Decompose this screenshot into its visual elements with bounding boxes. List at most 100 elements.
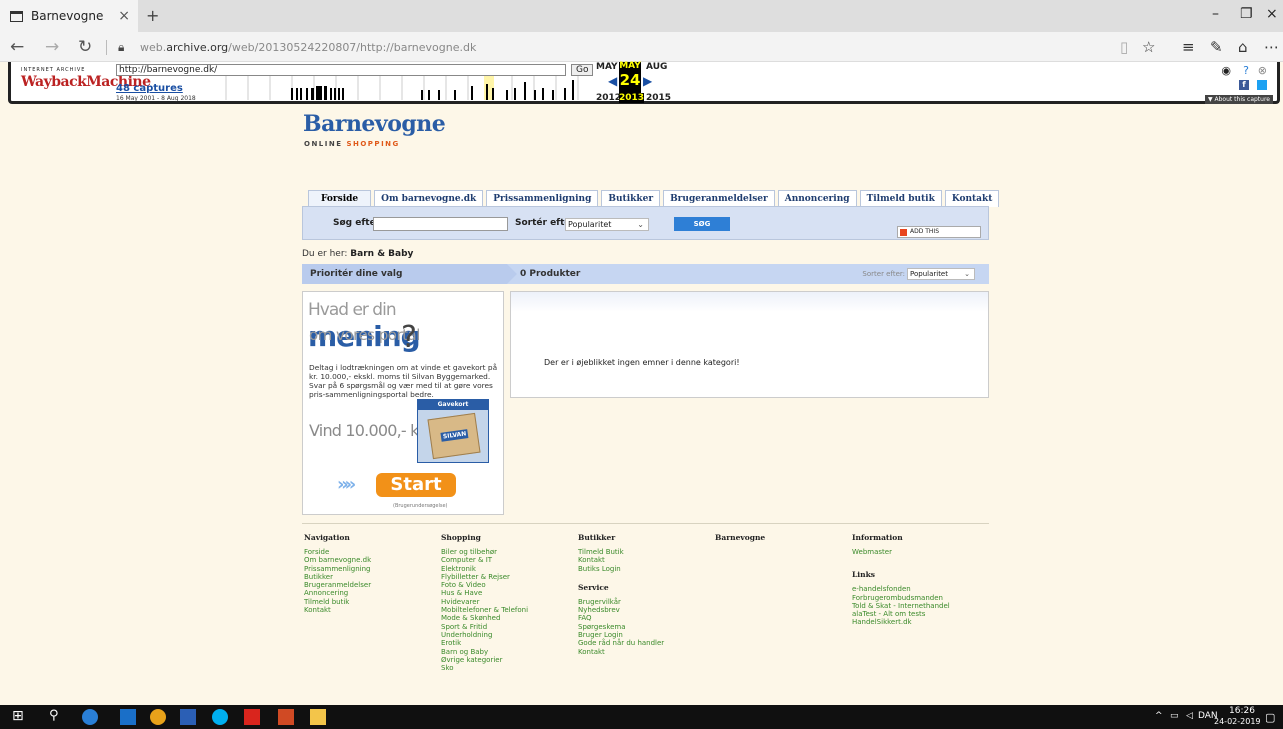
- favorite-star-icon[interactable]: ☆: [1142, 38, 1155, 56]
- tab-prissammenligning[interactable]: Prissammenligning: [486, 190, 599, 207]
- more-icon[interactable]: ⋯: [1264, 38, 1279, 56]
- new-tab-icon[interactable]: +: [146, 6, 159, 25]
- addthis-button[interactable]: ADD THIS: [897, 226, 981, 238]
- listing-sort-select[interactable]: Popularitet ⌄: [907, 268, 975, 280]
- volume-icon[interactable]: ◁: [1186, 711, 1193, 721]
- footer-link[interactable]: Hvidevarer: [441, 598, 528, 606]
- footer-link[interactable]: alaTest - Alt om tests: [852, 610, 950, 618]
- chrome-icon[interactable]: [150, 709, 166, 725]
- footer-link[interactable]: Kontakt: [578, 556, 664, 564]
- footer-link[interactable]: Barn og Baby: [441, 648, 528, 656]
- footer-link[interactable]: FAQ: [578, 614, 664, 622]
- hub-icon[interactable]: ≡: [1182, 38, 1195, 56]
- footer-link[interactable]: Prissammenligning: [304, 565, 371, 573]
- start-button[interactable]: Start: [376, 473, 456, 497]
- minimize-icon[interactable]: –: [1212, 6, 1219, 22]
- survey-banner[interactable]: Hvad er din mening om vores portal ? Del…: [302, 291, 504, 515]
- footer-link[interactable]: Mobiltelefoner & Telefoni: [441, 606, 528, 614]
- footer-link[interactable]: Biler og tilbehør: [441, 548, 528, 556]
- skype-icon[interactable]: [212, 709, 228, 725]
- prev-month-label[interactable]: MAY: [596, 62, 618, 72]
- forward-icon[interactable]: →: [45, 37, 59, 57]
- close-window-icon[interactable]: ×: [1266, 6, 1278, 22]
- tab-annoncering[interactable]: Annoncering: [777, 190, 857, 207]
- browser-tab[interactable]: Barnevogne ×: [0, 0, 138, 32]
- captures-link[interactable]: 48 captures: [116, 83, 183, 94]
- prev-year-label[interactable]: 2012: [596, 93, 621, 103]
- refresh-icon[interactable]: ↻: [78, 37, 92, 57]
- reading-view-icon[interactable]: ▯: [1120, 38, 1128, 56]
- footer-link[interactable]: Flybilletter & Rejser: [441, 573, 528, 581]
- footer-link[interactable]: Told & Skat - Internethandel: [852, 602, 950, 610]
- about-capture-button[interactable]: ▼ About this capture: [1205, 95, 1273, 104]
- search-input[interactable]: [373, 217, 508, 231]
- footer-link[interactable]: Annoncering: [304, 589, 371, 597]
- prev-capture-arrow-icon[interactable]: ◀: [608, 74, 617, 88]
- footer-link[interactable]: Brugervilkår: [578, 598, 664, 606]
- search-button[interactable]: SØG: [674, 217, 730, 231]
- footer-link[interactable]: Elektronik: [441, 565, 528, 573]
- help-icon[interactable]: ?: [1243, 64, 1249, 77]
- footer-link[interactable]: Webmaster: [852, 548, 950, 556]
- tab-om-barnevogne[interactable]: Om barnevogne.dk: [374, 190, 484, 207]
- footer-link[interactable]: Spørgeskema: [578, 623, 664, 631]
- footer-link[interactable]: HandelSikkert.dk: [852, 618, 950, 626]
- next-year-label[interactable]: 2015: [646, 93, 671, 103]
- facebook-icon[interactable]: f: [1239, 80, 1249, 90]
- footer-link[interactable]: Sport & Fritid: [441, 623, 528, 631]
- footer-link[interactable]: Mode & Skønhed: [441, 614, 528, 622]
- footer-link[interactable]: Computer & IT: [441, 556, 528, 564]
- prioritize-filter[interactable]: Prioritér dine valg: [302, 264, 517, 284]
- restore-icon[interactable]: ❐: [1240, 6, 1253, 22]
- footer-link[interactable]: Tilmeld butik: [304, 598, 371, 606]
- account-icon[interactable]: ◉: [1221, 64, 1231, 77]
- file-explorer-icon[interactable]: [310, 709, 326, 725]
- footer-link[interactable]: e-handelsfonden: [852, 585, 950, 593]
- clock-date[interactable]: 24-02-2019: [1214, 717, 1261, 726]
- footer-link[interactable]: Tilmeld Butik: [578, 548, 664, 556]
- footer-link[interactable]: Underholdning: [441, 631, 528, 639]
- tab-brugeranmeldelser[interactable]: Brugeranmeldelser: [663, 190, 775, 207]
- acrobat-icon[interactable]: [244, 709, 260, 725]
- word-icon[interactable]: [180, 709, 196, 725]
- tab-kontakt[interactable]: Kontakt: [944, 190, 1000, 207]
- wayback-url-input[interactable]: http://barnevogne.dk/: [116, 64, 566, 76]
- site-logo[interactable]: Barnevogne: [303, 111, 446, 137]
- footer-link[interactable]: Brugeranmeldelser: [304, 581, 371, 589]
- footer-link[interactable]: Kontakt: [578, 648, 664, 656]
- close-tab-icon[interactable]: ×: [118, 8, 130, 24]
- footer-link[interactable]: Erotik: [441, 639, 528, 647]
- footer-link[interactable]: Forbrugerombudsmanden: [852, 594, 950, 602]
- share-icon[interactable]: ⌂: [1238, 38, 1248, 56]
- next-capture-arrow-icon[interactable]: ▶: [643, 74, 652, 88]
- windows-start-icon[interactable]: ⊞: [12, 708, 28, 724]
- outlook-icon[interactable]: [120, 709, 136, 725]
- tab-butikker[interactable]: Butikker: [601, 190, 661, 207]
- sort-select[interactable]: Popularitet ⌄: [565, 218, 649, 231]
- back-icon[interactable]: ←: [10, 37, 24, 57]
- next-month-label[interactable]: AUG: [646, 62, 667, 72]
- notes-icon[interactable]: ✎: [1210, 38, 1223, 56]
- clock-time[interactable]: 16:26: [1224, 706, 1260, 716]
- twitter-icon[interactable]: [1257, 80, 1267, 90]
- powerpoint-icon[interactable]: [278, 709, 294, 725]
- footer-link[interactable]: Nyhedsbrev: [578, 606, 664, 614]
- close-toolbar-icon[interactable]: ⊗: [1258, 64, 1267, 77]
- tab-forside[interactable]: Forside: [308, 190, 372, 207]
- footer-link[interactable]: Øvrige kategorier: [441, 656, 528, 664]
- network-icon[interactable]: ▭: [1170, 711, 1179, 721]
- footer-link[interactable]: Butikker: [304, 573, 371, 581]
- footer-link[interactable]: Butiks Login: [578, 565, 664, 573]
- wayback-go-button[interactable]: Go: [571, 64, 594, 76]
- search-icon[interactable]: ⚲: [49, 708, 65, 724]
- tab-tilmeld-butik[interactable]: Tilmeld butik: [859, 190, 942, 207]
- footer-link[interactable]: Hus & Have: [441, 589, 528, 597]
- url-field[interactable]: web.archive.org/web/20130524220807/http:…: [140, 41, 476, 54]
- footer-link[interactable]: Forside: [304, 548, 371, 556]
- footer-link[interactable]: Om barnevogne.dk: [304, 556, 371, 564]
- footer-link[interactable]: Kontakt: [304, 606, 371, 614]
- footer-link[interactable]: Sko: [441, 664, 528, 672]
- capture-sparkline[interactable]: [216, 76, 586, 100]
- footer-link[interactable]: Gode råd når du handler: [578, 639, 664, 647]
- notifications-icon[interactable]: ▢: [1265, 711, 1275, 724]
